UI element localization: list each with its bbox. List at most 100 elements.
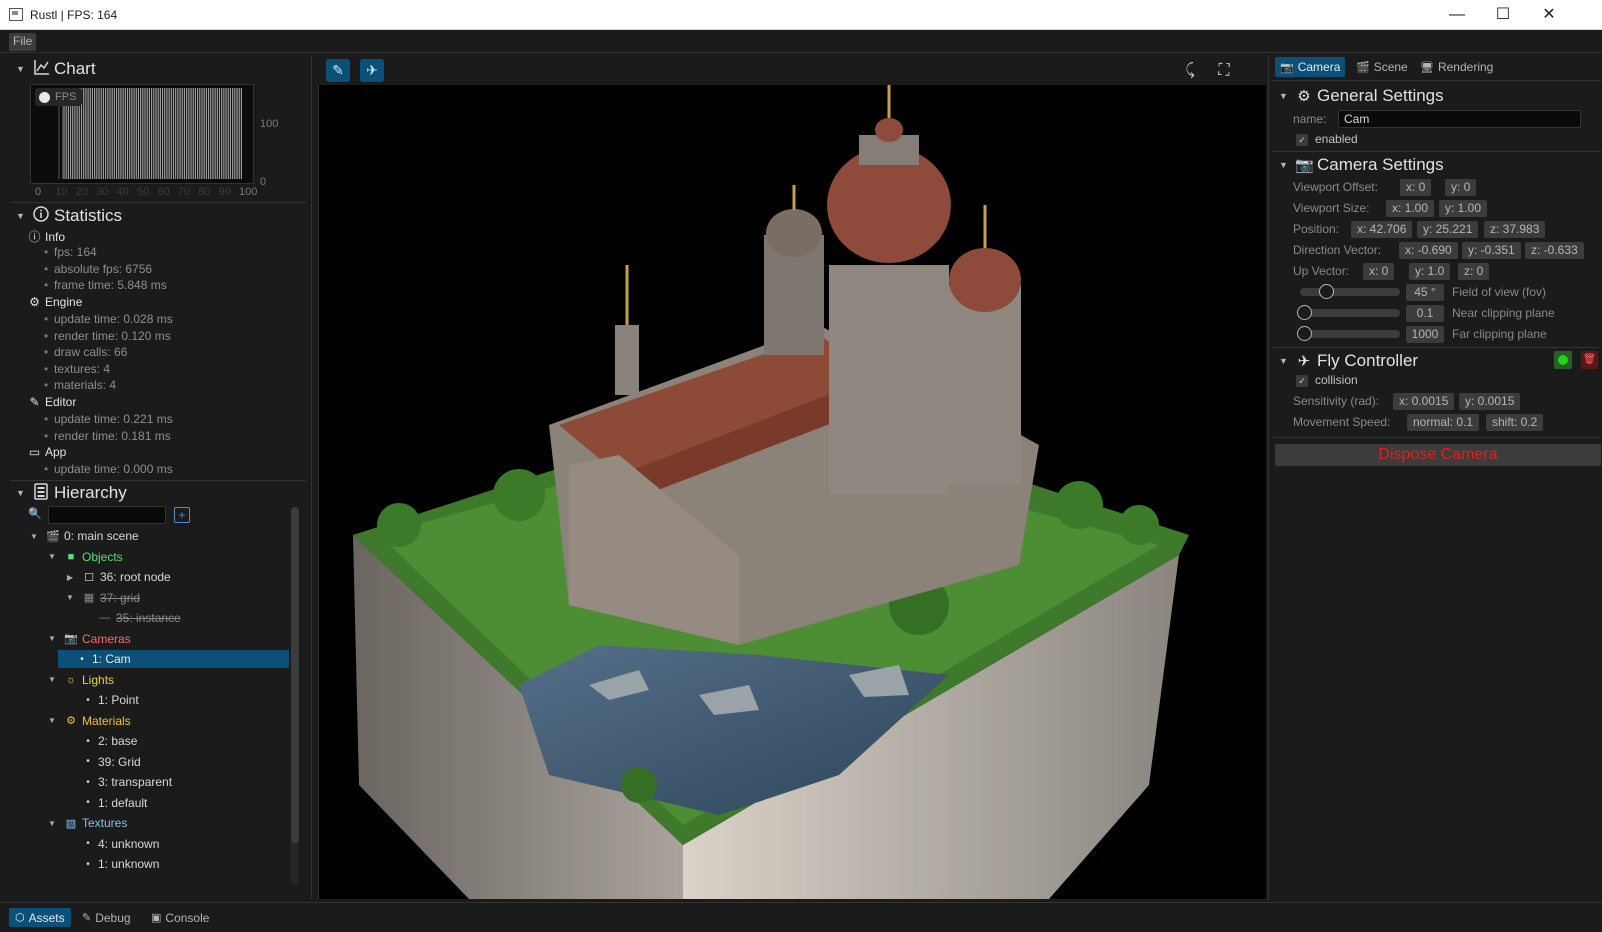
collapse-arrow-icon[interactable]: ▼ [1279, 91, 1291, 101]
collapse-arrow-icon[interactable]: ▼ [1279, 356, 1291, 366]
tree-row[interactable]: • 1: Cam [58, 650, 289, 668]
tree-row[interactable]: • 1: default [64, 794, 147, 812]
expand-arrow-icon[interactable]: ▼ [46, 819, 58, 828]
tree-row[interactable]: — 35: instance [80, 609, 181, 627]
tab-assets[interactable]: ⬡ Assets [9, 908, 71, 927]
expand-arrow-icon[interactable]: ▼ [46, 716, 58, 725]
scene-viewport[interactable] [318, 85, 1266, 899]
near-clip-value[interactable]: 0.1 [1406, 305, 1444, 322]
viewport-offset-x[interactable]: x: 0 [1400, 179, 1432, 196]
dispose-camera-button[interactable]: Dispose Camera [1275, 444, 1601, 466]
collision-checkbox[interactable]: ✓ [1296, 375, 1308, 387]
node-label: Textures [82, 816, 128, 830]
close-button[interactable]: ✕ [1526, 0, 1572, 30]
tree-row[interactable]: ▼ ☼ Lights [46, 671, 114, 689]
hierarchy-section-header[interactable]: ▼ Hierarchy [6, 482, 127, 504]
collapse-arrow-icon[interactable]: ▼ [16, 64, 28, 74]
enabled-checkbox[interactable]: ✓ [1296, 134, 1308, 146]
info-icon: ⓘ [28, 230, 41, 244]
camera-name-input[interactable]: Cam [1338, 110, 1581, 128]
position-z[interactable]: z: 37.983 [1484, 221, 1546, 238]
expand-arrow-icon[interactable]: ▼ [64, 593, 76, 602]
tree-row[interactable]: ▼ ▦ 37: grid [64, 589, 140, 607]
fullscreen-icon[interactable]: ⛶ [1212, 59, 1236, 82]
far-clip-slider-knob[interactable] [1297, 326, 1312, 341]
fov-slider[interactable] [1300, 284, 1400, 299]
direction-x[interactable]: x: -0.690 [1399, 242, 1458, 259]
stats-group-app[interactable]: ▭ App [28, 445, 67, 459]
tab-rendering[interactable]: 🖥 Rendering [1415, 57, 1498, 77]
tab-console[interactable]: ▣ Console [145, 908, 215, 927]
collapse-arrow-icon[interactable]: ▼ [1279, 160, 1291, 170]
hierarchy-scrollbar[interactable] [291, 507, 299, 885]
near-clip-slider[interactable] [1297, 305, 1400, 320]
sensitivity-y[interactable]: y: 0.0015 [1459, 393, 1521, 410]
near-clip-slider-knob[interactable] [1297, 305, 1312, 320]
direction-z[interactable]: z: -0.633 [1525, 242, 1584, 259]
tree-row[interactable]: ▼ ⚙ Materials [46, 712, 131, 730]
viewport-size-y[interactable]: y: 1.00 [1439, 200, 1488, 217]
fps-bar [141, 88, 143, 179]
fly-tool-button[interactable]: ✈ [360, 59, 384, 82]
tree-row[interactable]: ▶ ☐ 36: root node [64, 568, 171, 586]
tree-row[interactable]: • 4: unknown [64, 835, 159, 853]
stat-line: • draw calls: 66 [44, 345, 128, 359]
position-y[interactable]: y: 25.221 [1417, 221, 1479, 238]
tree-row[interactable]: • 1: Point [64, 691, 138, 709]
far-clip-value[interactable]: 1000 [1406, 326, 1444, 343]
tree-row[interactable]: ▼ ■ Objects [46, 548, 123, 566]
expand-arrow-icon[interactable]: ▼ [46, 675, 58, 684]
fps-bar [220, 88, 222, 179]
expand-arrow-icon[interactable]: ▼ [28, 532, 40, 541]
chart-legend[interactable]: FPS [35, 88, 83, 106]
expand-arrow-icon[interactable]: ▼ [46, 634, 58, 643]
stats-group-editor[interactable]: ✎ Editor [28, 395, 76, 409]
tree-row[interactable]: ▼ 🎬 0: main scene [28, 527, 139, 545]
position-x[interactable]: x: 42.706 [1351, 221, 1413, 238]
tree-row[interactable]: • 2: base [64, 732, 137, 750]
hierarchy-search-input[interactable] [48, 506, 166, 524]
fov-slider-knob[interactable] [1319, 284, 1334, 299]
tree-row[interactable]: • 39: Grid [64, 753, 140, 771]
expand-arrow-icon[interactable]: ▼ [46, 552, 58, 561]
minimize-button[interactable]: — [1434, 0, 1480, 30]
menu-file[interactable]: File [9, 33, 37, 51]
fov-value[interactable]: 45 ° [1406, 284, 1444, 301]
up-z[interactable]: z: 0 [1458, 263, 1490, 280]
tab-scene[interactable]: 🎬 Scene [1351, 57, 1413, 77]
up-x[interactable]: x: 0 [1363, 263, 1395, 280]
far-clip-slider[interactable] [1297, 326, 1400, 341]
pick-icon[interactable]: ⤹ [1178, 59, 1202, 82]
maximize-button[interactable]: ☐ [1480, 0, 1526, 30]
chart-section-header[interactable]: ▼ Chart [6, 58, 96, 80]
add-node-button[interactable]: + [174, 507, 190, 523]
stats-group-engine[interactable]: ⚙ Engine [28, 295, 82, 309]
tab-debug[interactable]: ✎ Debug [76, 908, 137, 927]
camera-settings-header[interactable]: ▼ 📷 Camera Settings [1273, 154, 1444, 176]
viewport-size-x[interactable]: x: 1.00 [1386, 200, 1435, 217]
collapse-arrow-icon[interactable]: ▼ [16, 488, 28, 498]
expand-arrow-icon[interactable]: ▶ [64, 573, 76, 582]
speed-normal[interactable]: normal: 0.1 [1407, 414, 1480, 431]
fly-controller-header[interactable]: ▼ ✈ Fly Controller [1273, 350, 1418, 372]
node-label: Materials [82, 713, 131, 728]
tree-row[interactable]: ▼ ▧ Textures [46, 814, 127, 832]
tree-row[interactable]: • 1: unknown [64, 855, 159, 873]
up-y[interactable]: y: 1.0 [1409, 263, 1451, 280]
delete-controller-button[interactable]: 🗑 [1581, 351, 1598, 369]
direction-y[interactable]: y: -0.351 [1462, 242, 1521, 259]
tree-row[interactable]: • 3: transparent [64, 773, 172, 791]
statistics-section-header[interactable]: ▼ Statistics [6, 205, 122, 227]
collapse-arrow-icon[interactable]: ▼ [16, 211, 28, 221]
stats-group-info[interactable]: ⓘ Info [28, 228, 65, 245]
controller-status-indicator[interactable] [1554, 351, 1572, 369]
scrollbar-thumb[interactable] [291, 507, 299, 843]
select-tool-button[interactable]: ✎ [326, 59, 350, 82]
sensitivity-x[interactable]: x: 0.0015 [1393, 393, 1455, 410]
tab-camera[interactable]: 📷 Camera [1275, 57, 1346, 77]
general-settings-header[interactable]: ▼ ⚙ General Settings [1273, 85, 1444, 107]
fps-chart[interactable]: FPS [30, 84, 254, 184]
speed-shift[interactable]: shift: 0.2 [1486, 414, 1544, 431]
tree-row[interactable]: ▼ 📷 Cameras [46, 630, 131, 648]
viewport-offset-y[interactable]: y: 0 [1445, 179, 1477, 196]
